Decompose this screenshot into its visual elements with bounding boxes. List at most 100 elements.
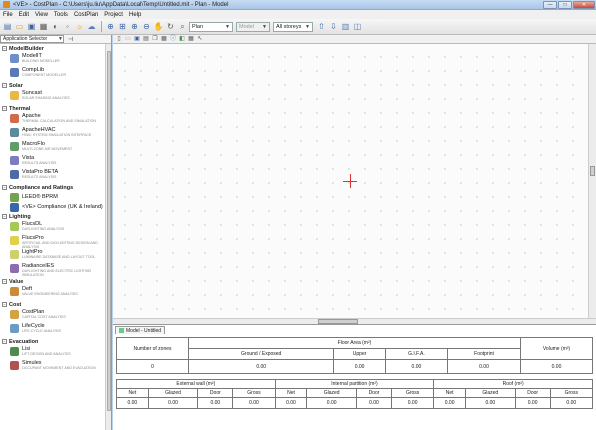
app-item[interactable]: Deft Value engineering analysis bbox=[0, 286, 105, 300]
view-select[interactable]: Plan ▼ bbox=[189, 21, 233, 32]
collapse-icon[interactable]: − bbox=[2, 214, 7, 219]
pin-icon[interactable]: ⊣ bbox=[68, 36, 73, 43]
component-icon[interactable]: ◫ bbox=[352, 21, 363, 32]
zoom-previous-icon[interactable]: ⌕ bbox=[177, 21, 188, 32]
collapse-icon[interactable]: − bbox=[2, 46, 7, 51]
menu-costplan[interactable]: CostPlan bbox=[74, 12, 98, 18]
header-glazed: Glazed bbox=[464, 388, 516, 398]
collapse-icon[interactable]: − bbox=[2, 185, 7, 190]
print-icon[interactable]: ▤ bbox=[142, 36, 150, 43]
app-group-header[interactable]: − Cost bbox=[0, 300, 105, 309]
app-item[interactable]: <VE> Compliance (UK & Ireland) bbox=[0, 202, 105, 212]
open-icon[interactable]: ▭ bbox=[14, 21, 25, 32]
app-group-header[interactable]: − Thermal bbox=[0, 104, 105, 113]
pan-icon[interactable]: ✋ bbox=[153, 21, 164, 32]
app-item[interactable]: ApacheHVAC HVAC system simulation interfa… bbox=[0, 127, 105, 141]
grid-icon[interactable]: ▦ bbox=[38, 21, 49, 32]
app-item[interactable]: RadianceIES Daylighting and electric ligh… bbox=[0, 263, 105, 277]
app-item[interactable]: LifeCycle Life-cycle analysis bbox=[0, 323, 105, 337]
app-text: VistaPro BETA Results analysis bbox=[22, 169, 58, 179]
app-group-header[interactable]: − Lighting bbox=[0, 212, 105, 221]
open-folder-icon[interactable]: ▭ bbox=[124, 36, 132, 43]
model-select[interactable]: Model ▼ bbox=[236, 21, 270, 32]
app-group-header[interactable]: − ModelBuilder bbox=[0, 44, 105, 53]
new-icon[interactable]: ▤ bbox=[2, 21, 13, 32]
header-ground: Ground / Exposed bbox=[187, 348, 335, 360]
app-item[interactable]: Apache Thermal calculation and simulation bbox=[0, 113, 105, 127]
menu-edit[interactable]: Edit bbox=[19, 12, 29, 18]
app-item[interactable]: LEED® BPRM bbox=[0, 192, 105, 202]
save-icon[interactable]: ▣ bbox=[133, 36, 141, 43]
app-item[interactable]: CostPlan Capital cost analysis bbox=[0, 309, 105, 323]
storey-down-icon[interactable]: ⇩ bbox=[328, 21, 339, 32]
sun-icon[interactable]: ☼ bbox=[74, 21, 85, 32]
app-icon bbox=[10, 114, 19, 123]
pointer-icon[interactable]: ↖ bbox=[196, 36, 204, 43]
zoom-in-icon[interactable]: ⊕ bbox=[129, 21, 140, 32]
app-text: LifeCycle Life-cycle analysis bbox=[22, 323, 61, 333]
new-room-icon[interactable]: ▯ bbox=[115, 36, 123, 43]
app-item[interactable]: VistaPro BETA Results analysis bbox=[0, 169, 105, 183]
app-icon bbox=[10, 222, 19, 231]
collapse-icon[interactable]: − bbox=[2, 302, 7, 307]
canvas-vertical-scrollbar[interactable] bbox=[588, 44, 596, 318]
collapse-icon[interactable]: − bbox=[2, 279, 7, 284]
info-icon[interactable]: ⓘ bbox=[169, 36, 177, 43]
application-selector-bar: Application Selector ▼ ⊣ bbox=[0, 35, 111, 44]
tab-model[interactable]: Model - Untitled bbox=[115, 326, 166, 334]
app-icon bbox=[10, 250, 19, 259]
menu-project[interactable]: Project bbox=[104, 12, 123, 18]
menu-tools[interactable]: Tools bbox=[54, 12, 68, 18]
app-text: FlucsDL Daylighting analysis bbox=[22, 221, 64, 231]
select-icon[interactable]: ◦ bbox=[62, 21, 73, 32]
collapse-icon[interactable]: − bbox=[2, 106, 7, 111]
app-group-header[interactable]: − Solar bbox=[0, 81, 105, 90]
application-selector-dropdown[interactable]: Application Selector ▼ bbox=[0, 35, 64, 43]
zoom-window-icon[interactable]: ⊞ bbox=[117, 21, 128, 32]
model-select-value: Model bbox=[239, 23, 254, 30]
storey-up-icon[interactable]: ⇧ bbox=[316, 21, 327, 32]
save-icon[interactable]: ▣ bbox=[26, 21, 37, 32]
settings-icon[interactable]: ◐ bbox=[50, 21, 61, 32]
app-description: Value engineering analysis bbox=[22, 292, 78, 296]
collapse-icon[interactable]: − bbox=[2, 83, 7, 88]
cloud-icon[interactable]: ☁ bbox=[86, 21, 97, 32]
zoom-fit-icon[interactable]: ⊕ bbox=[105, 21, 116, 32]
zoom-out-icon[interactable]: ⊖ bbox=[141, 21, 152, 32]
header-door: Door bbox=[197, 388, 234, 398]
scrollbar-thumb[interactable] bbox=[107, 51, 111, 411]
app-item[interactable]: CompLib Component modeller bbox=[0, 67, 105, 81]
menu-help[interactable]: Help bbox=[129, 12, 141, 18]
layers-icon[interactable]: ◧ bbox=[178, 36, 186, 43]
properties-icon[interactable]: ▦ bbox=[160, 36, 168, 43]
tab-model-label: Model - Untitled bbox=[126, 327, 162, 334]
collapse-icon[interactable]: − bbox=[2, 339, 7, 344]
app-group-header[interactable]: − Value bbox=[0, 277, 105, 286]
app-item[interactable]: MacroFlo Multi-zone air movement bbox=[0, 141, 105, 155]
copy-icon[interactable]: ❐ bbox=[151, 36, 159, 43]
header-glazed: Glazed bbox=[147, 388, 199, 398]
app-item[interactable]: LightPro Luminaire database and layout to… bbox=[0, 249, 105, 263]
app-item[interactable]: FlucsPro Artificial and daylighting desig… bbox=[0, 235, 105, 249]
app-group-header[interactable]: − Compliance and Ratings bbox=[0, 183, 105, 192]
model-view-icon[interactable]: ▥ bbox=[340, 21, 351, 32]
app-list-scrollbar[interactable] bbox=[105, 44, 111, 430]
app-item[interactable]: Vista Results analysis bbox=[0, 155, 105, 169]
app-icon bbox=[10, 347, 19, 356]
grid-icon[interactable]: ▦ bbox=[187, 36, 195, 43]
app-item[interactable]: Suncast Solar shading analysis bbox=[0, 90, 105, 104]
close-button[interactable]: ✕ bbox=[573, 0, 595, 9]
app-item[interactable]: ModelIT Building modeller bbox=[0, 53, 105, 67]
application-selector-panel: Application Selector ▼ ⊣ − ModelBuilder Mo… bbox=[0, 35, 112, 430]
app-item[interactable]: FlucsDL Daylighting analysis bbox=[0, 221, 105, 235]
app-item[interactable]: Simulex Occupant movement and evacuation bbox=[0, 360, 105, 374]
menu-view[interactable]: View bbox=[35, 12, 48, 18]
app-group-header[interactable]: − Evacuation bbox=[0, 337, 105, 346]
scrollbar-thumb[interactable] bbox=[590, 166, 595, 176]
menu-file[interactable]: File bbox=[3, 12, 13, 18]
maximize-button[interactable]: □ bbox=[558, 0, 572, 9]
app-item[interactable]: Lisi Lift design and analysis bbox=[0, 346, 105, 360]
rotate-icon[interactable]: ↻ bbox=[165, 21, 176, 32]
storeys-select[interactable]: All storeys ▼ bbox=[273, 21, 313, 32]
minimize-button[interactable]: — bbox=[543, 0, 557, 9]
